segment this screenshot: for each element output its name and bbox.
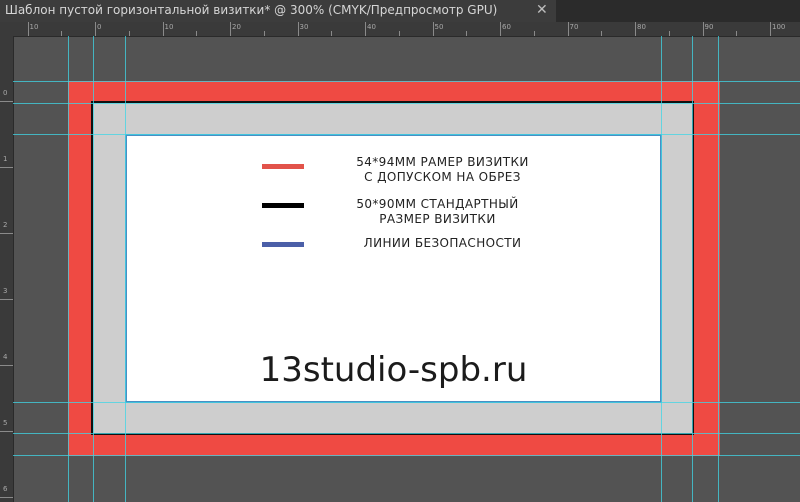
legend-black-text-line1: 50*90ММ СТАНДАРТНЫЙ: [356, 197, 519, 211]
ruler-tick: [500, 22, 501, 36]
ruler-tick: [263, 31, 265, 36]
guide-horizontal[interactable]: [13, 103, 800, 104]
document-tab-bar: Шаблон пустой горизонтальной визитки* @ …: [0, 0, 800, 22]
ruler-tick: [466, 31, 468, 36]
legend-blue-text-line1: ЛИНИИ БЕЗОПАСНОСТИ: [363, 236, 522, 250]
guide-horizontal[interactable]: [13, 81, 800, 82]
ruler-tick: [162, 22, 164, 36]
legend-black-text-line2: РАЗМЕР ВИЗИТКИ: [379, 212, 496, 226]
ruler-tick: [635, 22, 636, 36]
ruler-tick: [668, 31, 670, 36]
document-tab[interactable]: Шаблон пустой горизонтальной визитки* @ …: [0, 0, 556, 22]
ruler-label: 30: [299, 23, 309, 31]
ruler-label: 60: [502, 23, 511, 31]
legend-red-line: [262, 164, 304, 169]
guide-horizontal[interactable]: [13, 433, 800, 434]
ruler-label: 80: [637, 23, 646, 31]
ruler-label: 10: [29, 23, 39, 31]
ruler-label: 5: [3, 419, 8, 427]
ruler-tick: [365, 22, 366, 36]
ruler-tick: [297, 22, 299, 36]
ruler-label: 0: [97, 23, 102, 31]
guide-horizontal[interactable]: [13, 402, 800, 403]
ruler-tick: [196, 31, 198, 36]
guide-horizontal[interactable]: [13, 455, 800, 456]
ruler-label: 100: [772, 23, 786, 31]
horizontal-ruler[interactable]: 10 0 10 20 30 40 50 60 70 80 90 100: [13, 22, 800, 37]
ruler-tick: [736, 31, 738, 36]
ruler-tick: [61, 31, 63, 36]
ruler-tick: [0, 101, 13, 102]
ruler-label: 50: [434, 23, 444, 31]
document-tab-title: Шаблон пустой горизонтальной визитки* @ …: [5, 3, 498, 17]
ruler-tick: [601, 31, 603, 36]
ruler-label: 90: [704, 23, 714, 31]
legend-blue-text: ЛИНИИ БЕЗОПАСНОСТИ: [340, 236, 545, 251]
ruler-label: 1: [3, 155, 8, 163]
ruler-tick: [27, 22, 29, 36]
ruler-tick: [0, 497, 13, 498]
ruler-label: 40: [367, 23, 376, 31]
legend-red-text: 54*94ММ РАМЕР ВИЗИТКИ С ДОПУСКОМ НА ОБРЕ…: [340, 155, 545, 185]
ruler-tick: [533, 31, 535, 36]
ruler-tick: [0, 233, 13, 234]
ruler-label: 4: [3, 353, 8, 361]
ruler-tick: [0, 167, 13, 168]
ruler-tick: [432, 22, 434, 36]
ruler-tick: [128, 31, 130, 36]
ruler-tick: [702, 22, 704, 36]
legend-black-line: [262, 203, 304, 208]
ruler-label: 6: [3, 485, 8, 493]
ruler-tick: [95, 22, 96, 36]
ruler-label: 20: [232, 23, 241, 31]
ruler-label: 3: [3, 287, 8, 295]
legend-red-text-line2: С ДОПУСКОМ НА ОБРЕЗ: [364, 170, 521, 184]
legend-red-text-line1: 54*94ММ РАМЕР ВИЗИТКИ: [356, 155, 529, 169]
legend-black-text: 50*90ММ СТАНДАРТНЫЙ РАЗМЕР ВИЗИТКИ: [340, 197, 535, 227]
ruler-label: 0: [3, 89, 8, 97]
ruler-tick: [0, 365, 13, 366]
ruler-origin-corner[interactable]: [0, 22, 13, 36]
vertical-ruler[interactable]: 0 1 2 3 4 5 6: [0, 36, 14, 502]
ruler-label: 10: [164, 23, 174, 31]
website-url: 13studio-spb.ru: [259, 350, 528, 390]
ruler-tick: [567, 22, 569, 36]
ruler-tick: [0, 431, 13, 432]
close-icon[interactable]: ✕: [536, 2, 548, 18]
ruler-label: 2: [3, 221, 8, 229]
guide-horizontal[interactable]: [13, 134, 800, 135]
legend-blue-line: [262, 242, 304, 247]
ruler-tick: [0, 299, 13, 300]
ruler-tick: [770, 22, 771, 36]
ruler-label: 70: [569, 23, 579, 31]
ruler-tick: [230, 22, 231, 36]
ruler-tick: [331, 31, 333, 36]
ruler-tick: [398, 31, 400, 36]
